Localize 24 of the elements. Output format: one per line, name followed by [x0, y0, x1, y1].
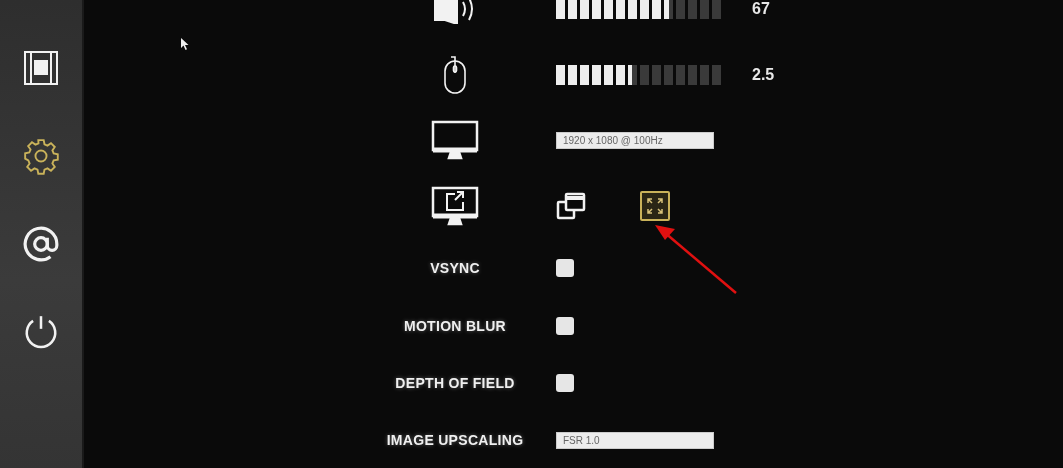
cursor-icon	[181, 38, 189, 50]
display-mode-button[interactable]	[556, 191, 586, 222]
checkbox[interactable]	[556, 316, 574, 335]
setting-label: DEPTH OF FIELD	[395, 375, 515, 392]
mouse-icon	[443, 54, 467, 95]
film-icon	[22, 49, 60, 87]
display-mode-button[interactable]	[640, 191, 670, 222]
dropdown-field[interactable]: FSR 1.0	[556, 431, 714, 449]
fullscreen-icon	[645, 196, 665, 217]
dropdown-field[interactable]: 1920 x 1080 @ 100Hz	[556, 131, 714, 149]
slider-value: 67	[752, 0, 770, 18]
slider-track[interactable]	[556, 0, 724, 19]
windows-icon	[556, 192, 586, 221]
settings-icon	[22, 137, 60, 175]
slider-value: 2.5	[752, 65, 775, 84]
setting-label: MOTION BLUR	[403, 317, 507, 334]
monitor-resize-icon	[431, 186, 479, 227]
slider-track[interactable]	[556, 64, 724, 85]
at-sign-icon	[22, 225, 60, 263]
checkbox[interactable]	[556, 258, 574, 277]
setting-label: VSYNC	[430, 259, 480, 276]
checkbox[interactable]	[556, 374, 574, 393]
setting-label: IMAGE UPSCALING	[386, 432, 524, 449]
monitor-icon	[431, 120, 479, 161]
